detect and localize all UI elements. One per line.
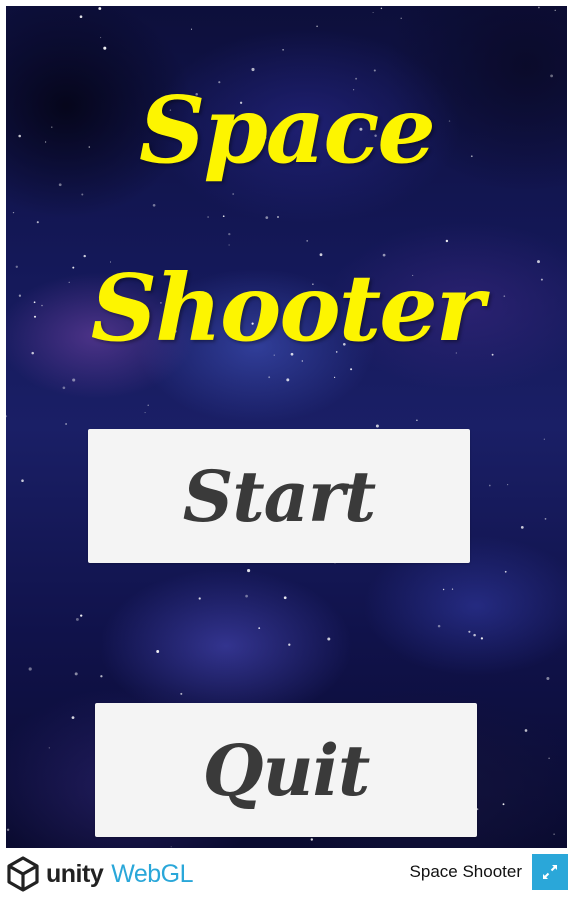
star xyxy=(451,588,454,590)
footer-game-title: Space Shooter xyxy=(409,862,522,881)
game-title-line-1: Space xyxy=(139,76,436,184)
star xyxy=(544,518,547,520)
star xyxy=(442,588,445,591)
star xyxy=(36,221,39,224)
star xyxy=(81,193,84,196)
star xyxy=(524,729,528,732)
star xyxy=(538,6,540,9)
star xyxy=(543,438,545,440)
webgl-footer: unity WebGL Space Shooter xyxy=(0,848,574,903)
star xyxy=(488,484,491,487)
star xyxy=(156,650,160,653)
start-button[interactable]: Start xyxy=(88,429,470,563)
game-title-line-2: Shooter xyxy=(90,254,485,362)
star xyxy=(80,614,83,617)
star xyxy=(546,676,550,681)
star xyxy=(445,239,449,243)
star xyxy=(222,215,225,218)
star xyxy=(502,803,505,806)
star xyxy=(198,597,201,600)
star xyxy=(65,423,68,425)
star xyxy=(554,9,556,11)
star xyxy=(6,828,10,831)
star xyxy=(100,36,102,39)
unity-cube-icon xyxy=(7,856,39,892)
star xyxy=(62,386,66,390)
star xyxy=(283,596,287,600)
star xyxy=(228,244,230,246)
fullscreen-icon xyxy=(543,865,557,879)
star xyxy=(380,7,383,10)
quit-button[interactable]: Quit xyxy=(95,703,477,837)
star xyxy=(147,404,149,406)
star xyxy=(152,203,156,207)
star xyxy=(553,833,555,835)
star xyxy=(245,594,248,598)
star xyxy=(504,570,507,573)
game-canvas[interactable]: Space Shooter Start Quit xyxy=(6,6,567,848)
star xyxy=(258,627,261,629)
star xyxy=(480,637,484,640)
star xyxy=(400,17,402,19)
star xyxy=(520,526,524,529)
star xyxy=(334,376,336,378)
star xyxy=(232,193,235,195)
star xyxy=(100,675,103,678)
star xyxy=(268,376,271,379)
star xyxy=(180,692,183,695)
star xyxy=(251,67,255,72)
webgl-wordmark: WebGL xyxy=(111,859,194,888)
star xyxy=(437,624,441,628)
star xyxy=(103,46,107,50)
star xyxy=(207,216,209,218)
star xyxy=(473,633,476,637)
star xyxy=(507,484,509,486)
star xyxy=(468,630,471,633)
star xyxy=(98,7,102,10)
star xyxy=(416,419,418,422)
star xyxy=(228,232,231,236)
star xyxy=(21,479,24,482)
unity-wordmark: unity xyxy=(46,859,104,888)
star xyxy=(28,667,32,671)
star xyxy=(306,240,309,242)
star xyxy=(265,216,269,219)
star xyxy=(373,69,376,72)
star xyxy=(286,378,290,382)
star xyxy=(190,28,193,30)
star xyxy=(75,617,79,621)
fullscreen-button[interactable] xyxy=(532,854,568,890)
star xyxy=(288,643,291,646)
star xyxy=(6,415,8,418)
star xyxy=(316,25,318,28)
star xyxy=(48,747,50,749)
star xyxy=(350,368,353,371)
star xyxy=(310,838,313,841)
star xyxy=(12,211,15,214)
star xyxy=(71,716,75,719)
star xyxy=(375,424,379,428)
star xyxy=(72,378,76,382)
star xyxy=(327,637,331,641)
star xyxy=(74,672,78,676)
star xyxy=(144,412,146,414)
star xyxy=(548,757,550,760)
star xyxy=(79,15,83,19)
star xyxy=(282,48,284,51)
unity-webgl-logo: unity WebGL xyxy=(6,855,194,893)
star xyxy=(247,569,251,573)
star xyxy=(372,11,374,14)
star xyxy=(277,216,279,218)
